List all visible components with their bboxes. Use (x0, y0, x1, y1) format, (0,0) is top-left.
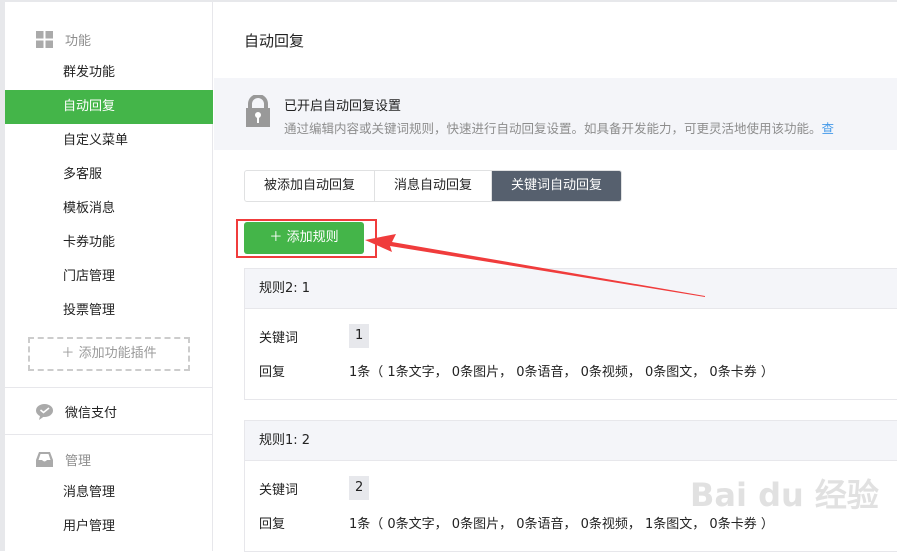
wechat-pay-icon (36, 403, 53, 420)
divider (5, 387, 213, 388)
keyword-tag: 1 (349, 324, 370, 348)
section-label: 管理 (65, 453, 92, 469)
divider (5, 434, 213, 435)
rule-card: 规则2: 1 关键词 1 回复 1条（ 1条文字， 0条图片， 0条语音， 0条视频… (244, 268, 897, 400)
grid-icon (36, 30, 53, 48)
tab-on-follow[interactable]: 被添加自动回复 (245, 171, 376, 201)
sidebar-item-template-message[interactable]: 模板消息 (5, 192, 213, 226)
watermark-logo: Bai du 经验 (690, 476, 879, 514)
reply-label: 回复 (259, 364, 286, 380)
section-manage: 管理 (5, 442, 213, 476)
annotation-highlight-box (236, 219, 377, 258)
add-plugin-button[interactable]: ＋ 添加功能插件 (28, 337, 190, 371)
add-plugin-label: 添加功能插件 (78, 346, 157, 361)
sidebar: 功能 群发功能 自动回复 自定义菜单 多客服 模板消息 卡券功能 门店管理 投票… (5, 2, 213, 551)
notice-text: 通过编辑内容或关键词规则，快速进行自动回复设置。如具备开发能力，可更灵活地使用该… (284, 121, 822, 136)
inbox-icon (36, 451, 53, 467)
notice-link[interactable]: 查 (822, 121, 835, 136)
section-function: 功能 (5, 22, 213, 56)
main-content: 自动回复 已开启自动回复设置 通过编辑内容或关键词规则，快速进行自动回复设置。如… (214, 2, 897, 552)
sidebar-item-users[interactable]: 用户管理 (5, 510, 213, 544)
lock-icon (246, 95, 270, 127)
notice-panel: 已开启自动回复设置 通过编辑内容或关键词规则，快速进行自动回复设置。如具备开发能… (214, 78, 897, 150)
plus-icon: ＋ (61, 346, 79, 361)
sidebar-item-cards[interactable]: 卡券功能 (5, 226, 213, 260)
reply-summary: 1条（ 1条文字， 0条图片， 0条语音， 0条视频， 0条图文， 0条卡券 ） (349, 364, 774, 380)
section-label: 功能 (65, 33, 92, 49)
keyword-label: 关键词 (259, 330, 299, 346)
reply-tabs: 被添加自动回复 消息自动回复 关键词自动回复 (244, 170, 623, 202)
sidebar-item-custom-menu[interactable]: 自定义菜单 (5, 124, 213, 158)
notice-description: 通过编辑内容或关键词规则，快速进行自动回复设置。如具备开发能力，可更灵活地使用该… (284, 118, 834, 137)
sidebar-item-voting[interactable]: 投票管理 (5, 294, 213, 328)
sidebar-item-auto-reply[interactable]: 自动回复 (5, 90, 213, 124)
sidebar-item-stores[interactable]: 门店管理 (5, 260, 213, 294)
rule-title: 规则1: 2 (245, 421, 897, 461)
rule-title: 规则2: 1 (245, 269, 897, 309)
sidebar-item-customer-service[interactable]: 多客服 (5, 158, 213, 192)
sidebar-item-wechat-pay[interactable]: 微信支付 (5, 394, 213, 428)
wechat-pay-label: 微信支付 (65, 405, 118, 421)
sidebar-item-mass-send[interactable]: 群发功能 (5, 56, 213, 90)
tab-message-reply[interactable]: 消息自动回复 (375, 171, 493, 201)
keyword-label: 关键词 (259, 482, 299, 498)
notice-title: 已开启自动回复设置 (284, 99, 402, 114)
page-title: 自动回复 (244, 32, 305, 50)
reply-label: 回复 (259, 516, 286, 532)
tab-keyword-reply[interactable]: 关键词自动回复 (492, 171, 622, 201)
keyword-tag: 2 (349, 476, 370, 500)
sidebar-item-messages[interactable]: 消息管理 (5, 476, 213, 510)
